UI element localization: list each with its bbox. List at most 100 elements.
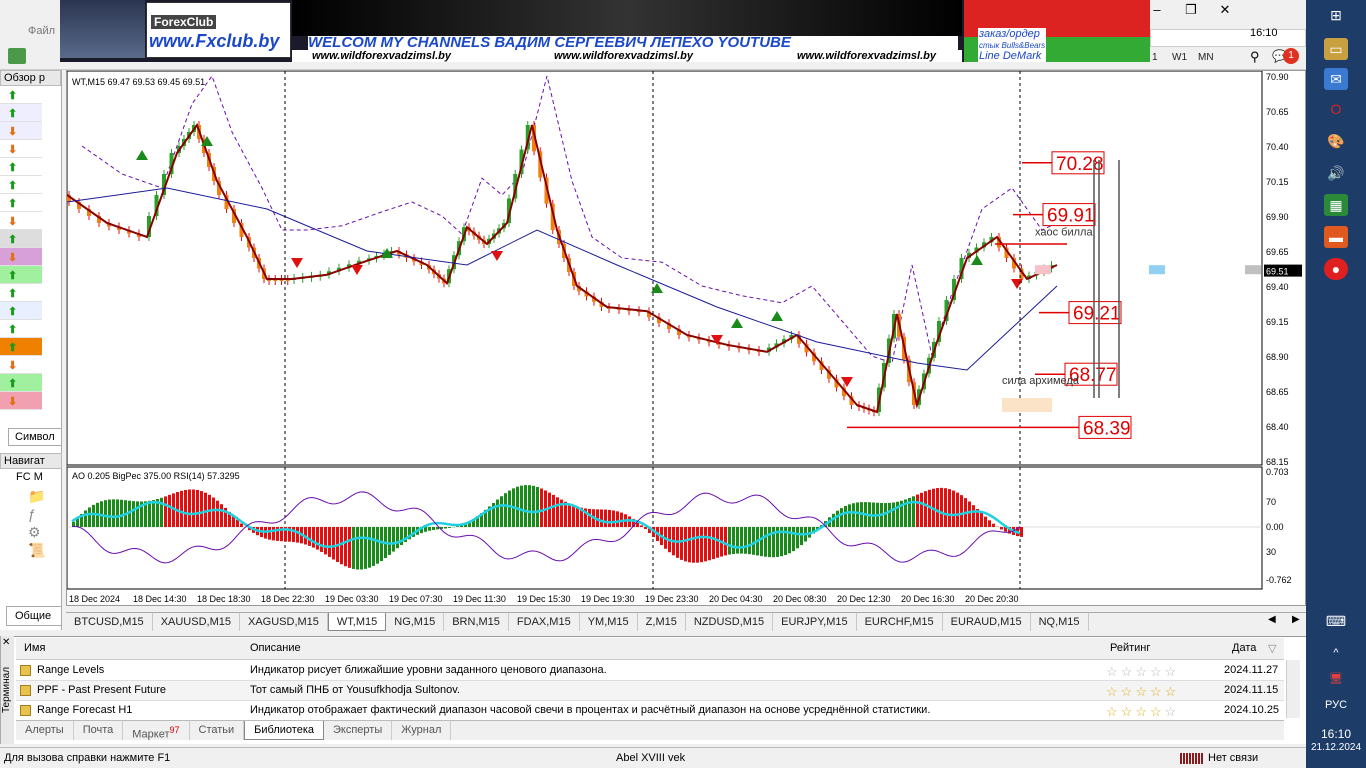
nav-root[interactable]: FC M	[0, 469, 62, 483]
terminal-tab[interactable]: Маркет97	[123, 721, 190, 741]
restore-icon[interactable]: ❐	[1174, 0, 1208, 20]
ao-bar	[92, 504, 95, 527]
taskbar-clock[interactable]: 16:10 21.12.2024	[1306, 727, 1366, 755]
calculator-icon[interactable]: ▦	[1324, 194, 1348, 216]
nav-indicator-icon[interactable]: ƒ	[28, 505, 62, 523]
tab-scroll-left-icon[interactable]: ◀	[1268, 614, 1276, 625]
ao-bar	[196, 489, 199, 527]
col-name[interactable]: Имя	[24, 642, 45, 654]
close-icon[interactable]: ✕	[1208, 0, 1242, 20]
symbol-tab[interactable]: NG,M15	[386, 613, 445, 631]
network-icon[interactable]: 🖥	[1324, 668, 1348, 690]
symbol-tab[interactable]: FDAX,M15	[509, 613, 580, 631]
tf-mn[interactable]: MN	[1198, 52, 1214, 63]
notification-badge[interactable]: 1	[1283, 48, 1299, 64]
app-icon[interactable]: ▬	[1324, 226, 1348, 248]
symbol-tab[interactable]: BTCUSD,M15	[66, 613, 153, 631]
symbol-tab[interactable]: WT,M15	[327, 613, 387, 631]
symbol-row[interactable]: ⬆	[0, 86, 42, 104]
library-row[interactable]: Range Forecast H1 Индикатор отображает фа…	[16, 701, 1284, 721]
symbol-row[interactable]: ⬇	[0, 122, 42, 140]
tf-w1[interactable]: W1	[1172, 52, 1187, 63]
row-name[interactable]: Range Levels	[37, 664, 104, 676]
col-rating[interactable]: Рейтинг	[1110, 642, 1150, 654]
symbol-tab[interactable]: EURJPY,M15	[773, 613, 857, 631]
symbol-row[interactable]: ⬇	[0, 356, 42, 374]
symbol-row[interactable]: ⬇	[0, 212, 42, 230]
library-row[interactable]: Range Levels Индикатор рисует ближайшие у…	[16, 661, 1284, 681]
symbol-tab[interactable]: Z,M15	[638, 613, 686, 631]
symbols-tab[interactable]: Символ	[8, 428, 62, 446]
symbol-row[interactable]: ⬆	[0, 320, 42, 338]
keyboard-icon[interactable]: ⌨	[1324, 610, 1348, 632]
time-tick: 19 Dec 15:30	[517, 594, 571, 604]
price-tick: 70.90	[1266, 72, 1289, 82]
market-watch-title[interactable]: Обзор р	[0, 70, 61, 86]
col-date[interactable]: Дата	[1232, 642, 1256, 654]
new-order-icon[interactable]	[8, 48, 26, 64]
nav-folder-icon[interactable]: 📁	[28, 487, 62, 505]
arrow-up-icon[interactable]: ^	[1324, 642, 1348, 664]
symbol-row[interactable]: ⬆	[0, 374, 42, 392]
symbol-row[interactable]: ⬇	[0, 392, 42, 410]
nav-script-icon[interactable]: 📜	[28, 541, 62, 559]
sort-icon[interactable]: ▽	[1268, 642, 1276, 655]
terminal-tab[interactable]: Алерты	[16, 721, 74, 740]
paint-icon[interactable]: 🎨	[1324, 130, 1348, 152]
symbol-tab[interactable]: NZDUSD,M15	[686, 613, 774, 631]
ao-bar	[640, 525, 643, 527]
symbol-row[interactable]: ⬆	[0, 230, 42, 248]
ao-bar	[600, 509, 603, 527]
terminal-tab[interactable]: Почта	[74, 721, 124, 740]
symbol-row[interactable]: ⬆	[0, 158, 42, 176]
col-desc[interactable]: Описание	[250, 642, 301, 654]
symbol-row[interactable]: ⬆	[0, 104, 42, 122]
symbol-row[interactable]: ⬇	[0, 248, 42, 266]
star-icon: ☆	[1106, 664, 1121, 679]
price-chart[interactable]: 70.90 70.65 70.40 70.15 69.90 69.65 69.51 69.40…	[66, 70, 1307, 607]
star-icon: ☆	[1106, 704, 1121, 719]
language-indicator[interactable]: РУС	[1306, 699, 1366, 711]
search-icon[interactable]: ⚲	[1250, 49, 1260, 65]
row-name[interactable]: PPF - Past Present Future	[37, 684, 166, 696]
terminal-tab[interactable]: Библиотека	[244, 721, 324, 740]
symbol-row[interactable]: ⬆	[0, 338, 42, 356]
symbol-tab[interactable]: EURCHF,M15	[857, 613, 943, 631]
sound-icon[interactable]: 🔊	[1324, 162, 1348, 184]
nav-expert-icon[interactable]: ⚙	[28, 523, 62, 541]
symbol-tab[interactable]: NQ,M15	[1031, 613, 1089, 631]
ao-bar	[972, 505, 975, 527]
symbol-row[interactable]: ⬆	[0, 302, 42, 320]
library-row[interactable]: PPF - Past Present Future Тот самый ПНБ о…	[16, 681, 1284, 701]
windows-start-icon[interactable]: ⊞	[1324, 4, 1348, 26]
tab-scroll-right-icon[interactable]: ▶	[1292, 614, 1300, 625]
menu-file[interactable]: Файл	[28, 25, 55, 37]
table-scrollbar[interactable]	[1286, 660, 1300, 718]
symbol-row[interactable]: ⬇	[0, 140, 42, 158]
explorer-icon[interactable]: ▭	[1324, 38, 1348, 60]
symbol-row[interactable]: ⬆	[0, 176, 42, 194]
terminal-tab[interactable]: Эксперты	[324, 721, 393, 740]
symbol-tab[interactable]: BRN,M15	[444, 613, 509, 631]
symbol-row[interactable]: ⬆	[0, 194, 42, 212]
oscillator-header: AO 0.205 BigPec 375.00 RSI(14) 57.3295	[72, 471, 240, 481]
terminal-tab[interactable]: Статьи	[190, 721, 245, 740]
tf-d1[interactable]: 1	[1152, 52, 1158, 63]
symbol-row[interactable]: ⬆	[0, 266, 42, 284]
terminal-close-icon[interactable]: ✕	[2, 637, 10, 648]
navigator-title[interactable]: Навигат	[0, 453, 62, 469]
record-icon[interactable]: ●	[1324, 258, 1348, 280]
row-name[interactable]: Range Forecast H1	[37, 704, 132, 716]
opera-icon[interactable]: O	[1324, 98, 1348, 120]
chart-window[interactable]: 70.90 70.65 70.40 70.15 69.90 69.65 69.51 69.40…	[66, 70, 1306, 606]
outlook-icon[interactable]: ✉	[1324, 68, 1348, 90]
minimize-icon[interactable]: –	[1140, 0, 1174, 20]
symbol-tab[interactable]: YM,M15	[580, 613, 638, 631]
terminal-tab[interactable]: Журнал	[392, 721, 452, 740]
symbol-row[interactable]: ⬆	[0, 284, 42, 302]
symbol-tab[interactable]: EURAUD,M15	[943, 613, 1031, 631]
general-tab[interactable]: Общие	[6, 606, 62, 626]
symbol-tab[interactable]: XAGUSD,M15	[240, 613, 328, 631]
terminal-label[interactable]: Терминал	[0, 636, 14, 744]
symbol-tab[interactable]: XAUUSD,M15	[153, 613, 240, 631]
